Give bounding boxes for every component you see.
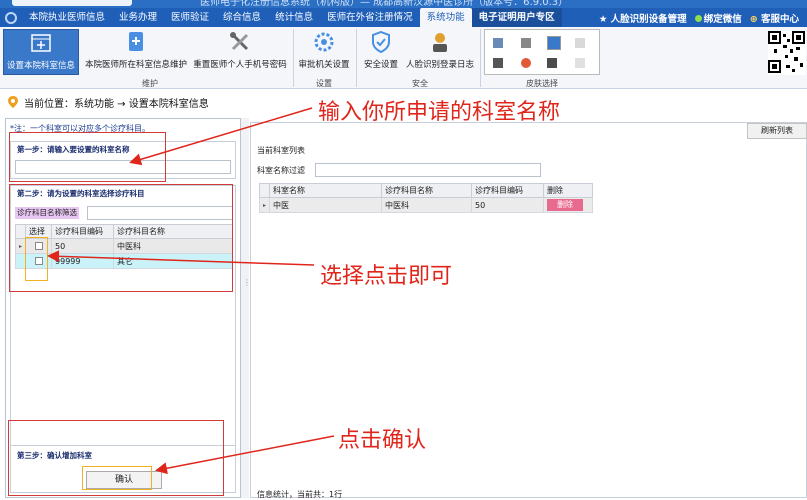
annotation-arrows (47, 107, 335, 475)
arrow-to-confirm (155, 435, 335, 475)
arrow-to-input (129, 107, 313, 166)
arrow-to-checkbox (47, 250, 315, 266)
